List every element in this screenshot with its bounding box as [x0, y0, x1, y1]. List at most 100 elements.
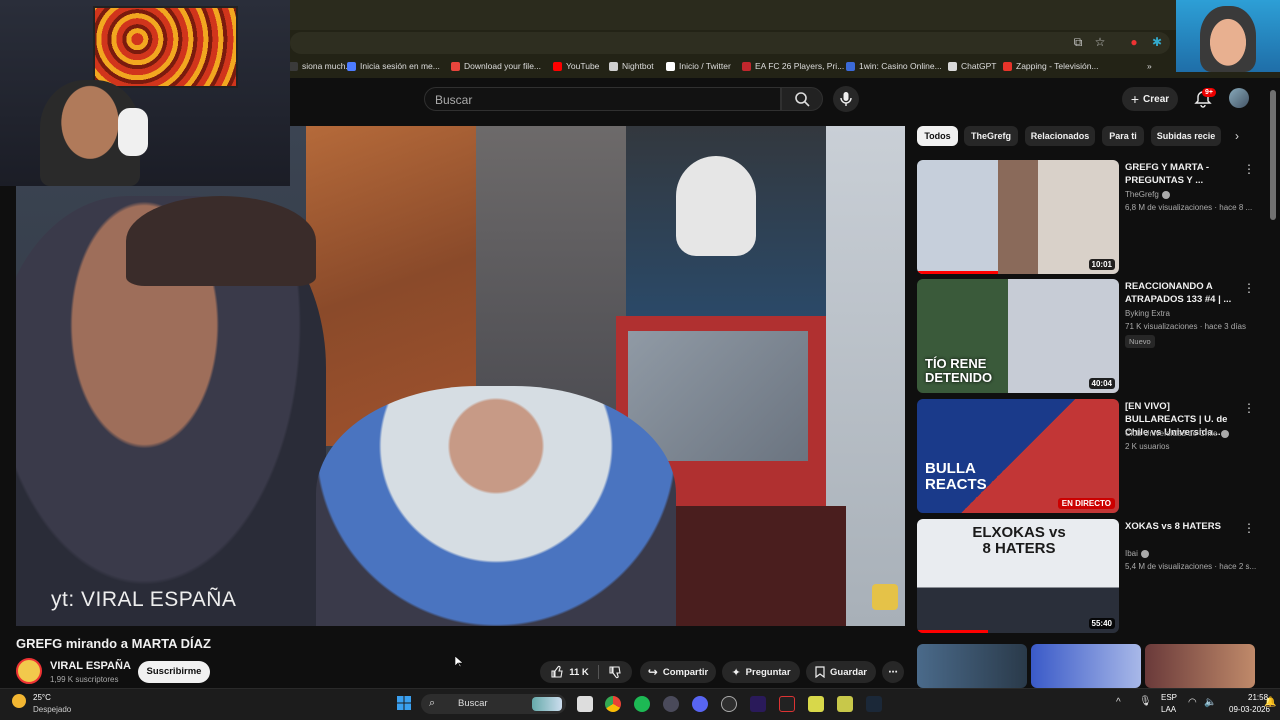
- recommendation-channel[interactable]: Byking Extra: [1125, 309, 1170, 318]
- bookmark-label: Download your file...: [464, 61, 542, 71]
- more-actions-button[interactable]: ⋯: [882, 661, 904, 683]
- channel-avatar[interactable]: [16, 658, 42, 684]
- thumbnail-text: ELXOKAS vs 8 HATERS: [972, 524, 1066, 557]
- wifi-icon[interactable]: ◠: [1188, 697, 1197, 708]
- chip-related[interactable]: Relacionados: [1025, 126, 1095, 146]
- bookmark-item[interactable]: Inicia sesión en me...: [347, 61, 440, 71]
- ask-label: Preguntar: [745, 666, 791, 678]
- bookmark-item[interactable]: 1win: Casino Online...: [846, 61, 942, 71]
- short-thumbnail[interactable]: [1031, 644, 1141, 688]
- bookmark-item[interactable]: Download your file...: [451, 61, 541, 71]
- verified-icon: [1140, 549, 1149, 558]
- bookmark-item[interactable]: Inicio / Twitter: [666, 61, 731, 71]
- thumbs-up-icon[interactable]: [550, 665, 564, 679]
- language-indicator[interactable]: ESP: [1161, 693, 1177, 702]
- recommendation-item[interactable]: ELXOKAS vs 8 HATERS 55:40 XOKAS vs 8 HAT…: [917, 519, 1262, 633]
- save-button[interactable]: Guardar: [806, 661, 876, 683]
- weather-description[interactable]: Despejado: [33, 705, 71, 714]
- bookmark-item[interactable]: siona much...: [289, 61, 353, 71]
- extension-icon[interactable]: ●: [1127, 35, 1141, 49]
- translate-extension-icon[interactable]: ✱: [1150, 35, 1164, 49]
- recommendation-title[interactable]: REACCIONANDO A ATRAPADOS 133 #4 | ...: [1125, 280, 1243, 306]
- address-bar[interactable]: [290, 32, 1170, 54]
- more-vertical-icon[interactable]: ⋮: [1243, 281, 1255, 295]
- chip-thegrefg[interactable]: TheGrefg: [964, 126, 1018, 146]
- thumbnail-text: BULLA REACTS: [925, 460, 987, 493]
- share-button[interactable]: ↪ Compartir: [640, 661, 716, 683]
- recommendation-item[interactable]: 10:01 GREFG Y MARTA - PREGUNTAS Y ... Th…: [917, 160, 1262, 274]
- recommendation-title[interactable]: GREFG Y MARTA - PREGUNTAS Y ...: [1125, 161, 1243, 187]
- search-input[interactable]: Buscar: [424, 87, 781, 111]
- search-highlight-image: [532, 697, 562, 711]
- video-thumbnail[interactable]: ELXOKAS vs 8 HATERS 55:40: [917, 519, 1119, 633]
- recommendation-channel[interactable]: Club Universidad de Chile: [1125, 429, 1229, 438]
- bookmark-item[interactable]: ChatGPT: [948, 61, 996, 71]
- short-thumbnail[interactable]: [917, 644, 1027, 688]
- video-title: GREFG mirando a MARTA DÍAZ: [16, 636, 211, 651]
- bookmark-favicon-icon: [666, 61, 675, 71]
- voice-search-button[interactable]: [833, 86, 859, 112]
- watch-progress-bar: [917, 271, 998, 274]
- video-watermark-text: yt: VIRAL ESPAÑA: [51, 588, 237, 611]
- short-thumbnail[interactable]: [1145, 644, 1255, 688]
- windows-start-icon[interactable]: [397, 696, 411, 710]
- more-vertical-icon[interactable]: ⋮: [1243, 401, 1255, 415]
- file-explorer-icon[interactable]: [577, 696, 593, 712]
- channel-subscribers: 1,99 K suscriptores: [50, 675, 119, 684]
- recommendation-title[interactable]: XOKAS vs 8 HATERS: [1125, 520, 1243, 533]
- headset: [118, 108, 148, 156]
- video-thumbnail[interactable]: 10:01: [917, 160, 1119, 274]
- more-vertical-icon[interactable]: ⋮: [1243, 521, 1255, 535]
- microphone-icon[interactable]: 🎙: [1139, 696, 1152, 707]
- subscribe-button[interactable]: Suscribirme: [138, 661, 210, 683]
- taskbar-search[interactable]: ⌕ Buscar: [421, 694, 566, 714]
- more-vertical-icon[interactable]: ⋮: [1243, 162, 1255, 176]
- bookmarks-overflow-button[interactable]: »: [1147, 61, 1152, 71]
- weather-temperature[interactable]: 25°C: [33, 693, 51, 702]
- page-scrollbar[interactable]: [1270, 90, 1276, 220]
- recommendation-item[interactable]: TÍO RENE DETENIDO 40:04 REACCIONANDO A A…: [917, 279, 1262, 393]
- create-button[interactable]: + Crear: [1122, 87, 1178, 111]
- chevron-up-icon[interactable]: ^: [1116, 697, 1121, 708]
- recommendation-channel[interactable]: Ibai: [1125, 549, 1149, 558]
- thumbs-down-icon[interactable]: [608, 665, 622, 679]
- live-badge: EN DIRECTO: [1057, 498, 1115, 509]
- sun-icon[interactable]: [12, 694, 26, 708]
- obs-icon[interactable]: [721, 696, 737, 712]
- discord-icon[interactable]: [692, 696, 708, 712]
- app-icon[interactable]: [808, 696, 824, 712]
- search-icon: [795, 92, 810, 107]
- app-icon[interactable]: [837, 696, 853, 712]
- bookmark-star-icon[interactable]: ☆: [1093, 35, 1107, 49]
- video-thumbnail[interactable]: BULLA REACTS EN DIRECTO: [917, 399, 1119, 513]
- channel-name[interactable]: VIRAL ESPAÑA: [50, 660, 131, 672]
- recommendation-channel[interactable]: TheGrefg: [1125, 190, 1170, 199]
- chip-recently-uploaded[interactable]: Subidas recie: [1151, 126, 1221, 146]
- account-avatar[interactable]: [1229, 88, 1249, 108]
- ask-button[interactable]: ✦ Preguntar: [722, 661, 800, 683]
- bookmark-item[interactable]: EA FC 26 Players, Pri...: [742, 61, 844, 71]
- notification-bell-icon[interactable]: 🔔: [1264, 697, 1276, 708]
- app-icon[interactable]: [779, 696, 795, 712]
- steam-icon[interactable]: [866, 696, 882, 712]
- search-button[interactable]: [781, 87, 823, 111]
- bookmark-item[interactable]: Zapping - Televisión...: [1003, 61, 1099, 71]
- shorts-row[interactable]: [917, 644, 1262, 688]
- spotify-icon[interactable]: [634, 696, 650, 712]
- install-app-icon[interactable]: ⧉: [1071, 35, 1085, 49]
- video-thumbnail[interactable]: TÍO RENE DETENIDO 40:04: [917, 279, 1119, 393]
- app-icon[interactable]: [663, 696, 679, 712]
- chrome-icon[interactable]: [605, 696, 621, 712]
- chip-all[interactable]: Todos: [917, 126, 958, 146]
- recommendation-item[interactable]: BULLA REACTS EN DIRECTO [EN VIVO] BULLAR…: [917, 399, 1262, 513]
- bookmark-item[interactable]: YouTube: [553, 61, 599, 71]
- chip-for-you[interactable]: Para ti: [1102, 126, 1144, 146]
- video-player[interactable]: yt: VIRAL ESPAÑA: [16, 126, 905, 626]
- volume-icon[interactable]: 🔈: [1204, 697, 1216, 708]
- video-duration: 10:01: [1088, 259, 1115, 270]
- bookmark-item[interactable]: Nightbot: [609, 61, 654, 71]
- premiere-icon[interactable]: [750, 696, 766, 712]
- chevron-right-icon[interactable]: ›: [1230, 129, 1244, 143]
- like-count[interactable]: 11 K: [569, 667, 589, 678]
- keyboard-layout-indicator[interactable]: LAA: [1161, 705, 1176, 714]
